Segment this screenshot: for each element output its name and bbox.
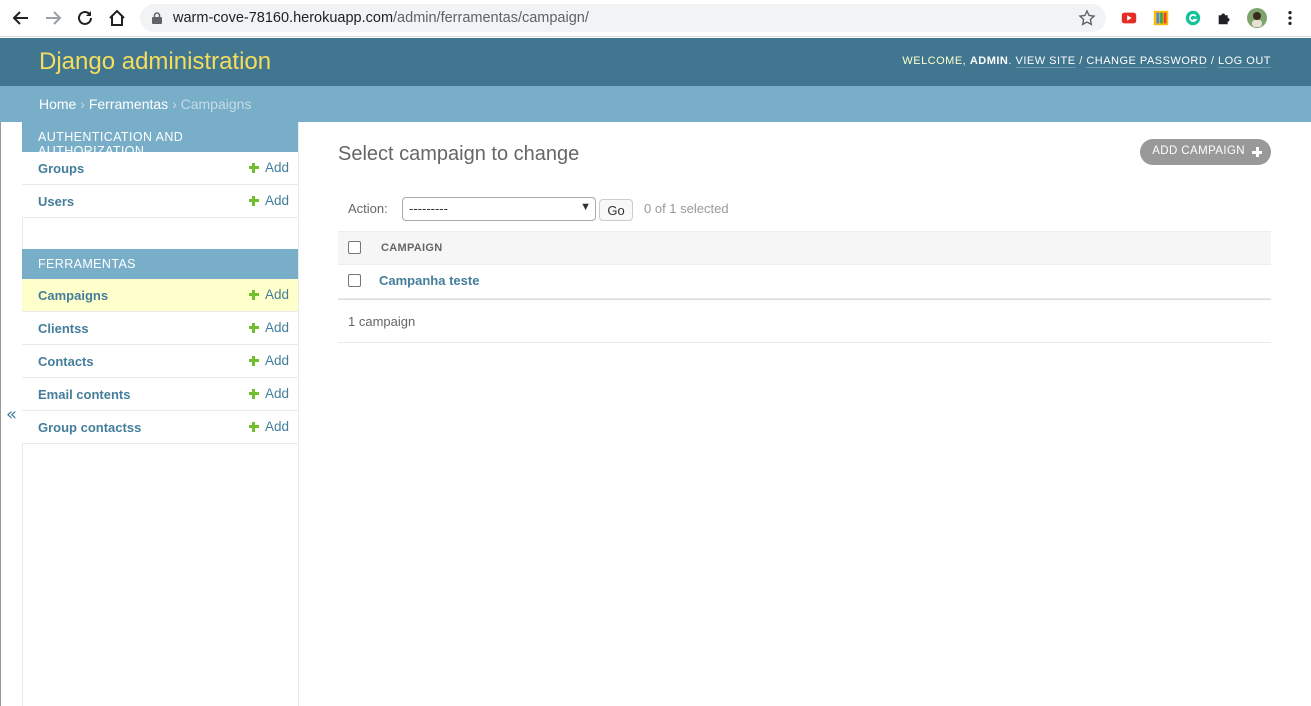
collapse-sidebar-icon[interactable]: « (6, 404, 17, 425)
sidebar-item-label[interactable]: Groups (38, 161, 84, 176)
action-select[interactable]: --------- ▼ (402, 197, 596, 221)
add-campaign-button[interactable]: Add campaign (1140, 139, 1271, 165)
log-out-link[interactable]: Log out (1217, 55, 1271, 68)
sidebar-item-label[interactable]: Contacts (38, 354, 94, 369)
add-contacts-link[interactable]: Add (248, 353, 289, 368)
sidebar-item-email-contents[interactable]: Email contents Add (22, 378, 298, 411)
action-label: Action: (348, 201, 388, 216)
campaign-link[interactable]: Campanha teste (379, 273, 479, 288)
bookmark-star-icon[interactable] (1078, 9, 1096, 27)
add-groups-link[interactable]: Add (248, 160, 289, 175)
go-button[interactable]: Go (599, 199, 633, 221)
plus-icon (248, 289, 259, 300)
back-button[interactable] (5, 2, 37, 34)
chrome-menu-icon[interactable] (1280, 8, 1300, 28)
table-header: Campaign (338, 231, 1271, 265)
chevron-down-icon: ▼ (580, 201, 591, 213)
add-email-contents-link[interactable]: Add (248, 386, 289, 401)
forward-button[interactable] (37, 2, 69, 34)
page-title: Select campaign to change (338, 143, 580, 165)
module-caption-ferramentas[interactable]: Ferramentas (22, 249, 298, 279)
breadcrumb-app[interactable]: Ferramentas (89, 96, 168, 112)
plus-icon (248, 421, 259, 432)
user-tools: Welcome, admin. View site / Change passw… (902, 55, 1271, 68)
sidebar-item-contacts[interactable]: Contacts Add (22, 345, 298, 378)
change-password-link[interactable]: Change password (1086, 55, 1208, 68)
plus-icon (1252, 147, 1262, 157)
plus-icon (248, 388, 259, 399)
view-site-link[interactable]: View site (1015, 55, 1076, 68)
username: admin (969, 55, 1009, 67)
result-count: 1 campaign (348, 314, 416, 329)
home-icon (109, 9, 125, 26)
colorful-extension-icon[interactable] (1151, 8, 1171, 28)
sidebar-item-label[interactable]: Email contents (38, 387, 130, 402)
puzzle-extensions-icon[interactable] (1215, 8, 1235, 28)
action-bar: Action: --------- ▼ Go 0 of 1 selected (338, 197, 1271, 221)
home-button[interactable] (101, 2, 133, 34)
selection-counter: 0 of 1 selected (644, 201, 729, 216)
youtube-extension-icon[interactable] (1119, 8, 1139, 28)
sidebar-item-label[interactable]: Users (38, 194, 74, 209)
reload-button[interactable] (69, 2, 101, 34)
add-campaigns-link[interactable]: Add (248, 287, 289, 302)
sidebar-item-label[interactable]: Clientss (38, 321, 89, 336)
plus-icon (248, 162, 259, 173)
plus-icon (248, 322, 259, 333)
arrow-left-icon (12, 11, 28, 25)
nav-sidebar: Authentication and Authorization Groups … (22, 122, 299, 706)
browser-toolbar: warm-cove-78160.herokuapp.com/admin/ferr… (0, 0, 1311, 37)
breadcrumb-home[interactable]: Home (39, 96, 76, 112)
site-branding[interactable]: Django administration (39, 48, 271, 76)
address-url: warm-cove-78160.herokuapp.com/admin/ferr… (173, 10, 589, 26)
module-ferramentas: Ferramentas Campaigns Add Clientss Add C… (22, 249, 298, 444)
paginator: 1 campaign (338, 299, 1271, 343)
module-auth: Authentication and Authorization Groups … (22, 122, 298, 218)
table-row: Campanha teste (338, 265, 1271, 299)
address-bar[interactable]: warm-cove-78160.herokuapp.com/admin/ferr… (140, 4, 1106, 32)
arrow-right-icon (46, 11, 62, 25)
welcome-text: Welcome, (902, 55, 967, 67)
sidebar-item-clientss[interactable]: Clientss Add (22, 312, 298, 345)
sidebar-item-campaigns[interactable]: Campaigns Add (22, 279, 298, 312)
breadcrumb-current: Campaigns (180, 96, 252, 112)
main-content: Select campaign to change Add campaign A… (299, 122, 1311, 706)
column-header-campaign[interactable]: Campaign (381, 242, 442, 254)
select-all-checkbox[interactable] (348, 241, 361, 254)
admin-header: Django administration Welcome, admin. Vi… (0, 38, 1311, 86)
result-list: Campaign Campanha teste 1 campaign (338, 231, 1271, 343)
nav-sidebar-toggle[interactable]: « (0, 122, 23, 706)
breadcrumb: Home › Ferramentas › Campaigns (0, 86, 1311, 122)
sidebar-item-label[interactable]: Campaigns (38, 288, 108, 303)
sidebar-item-users[interactable]: Users Add (22, 185, 298, 218)
plus-icon (248, 355, 259, 366)
row-checkbox[interactable] (348, 274, 361, 287)
module-caption-auth[interactable]: Authentication and Authorization (22, 122, 298, 158)
lock-icon (152, 12, 162, 24)
sidebar-item-groups[interactable]: Groups Add (22, 152, 298, 185)
sidebar-item-group-contactss[interactable]: Group contactss Add (22, 411, 298, 444)
add-group-contactss-link[interactable]: Add (248, 419, 289, 434)
add-users-link[interactable]: Add (248, 193, 289, 208)
grammarly-extension-icon[interactable] (1183, 8, 1203, 28)
profile-avatar-icon[interactable] (1247, 8, 1267, 28)
add-clientss-link[interactable]: Add (248, 320, 289, 335)
sidebar-item-label[interactable]: Group contactss (38, 420, 141, 435)
reload-icon (78, 10, 92, 25)
plus-icon (248, 195, 259, 206)
